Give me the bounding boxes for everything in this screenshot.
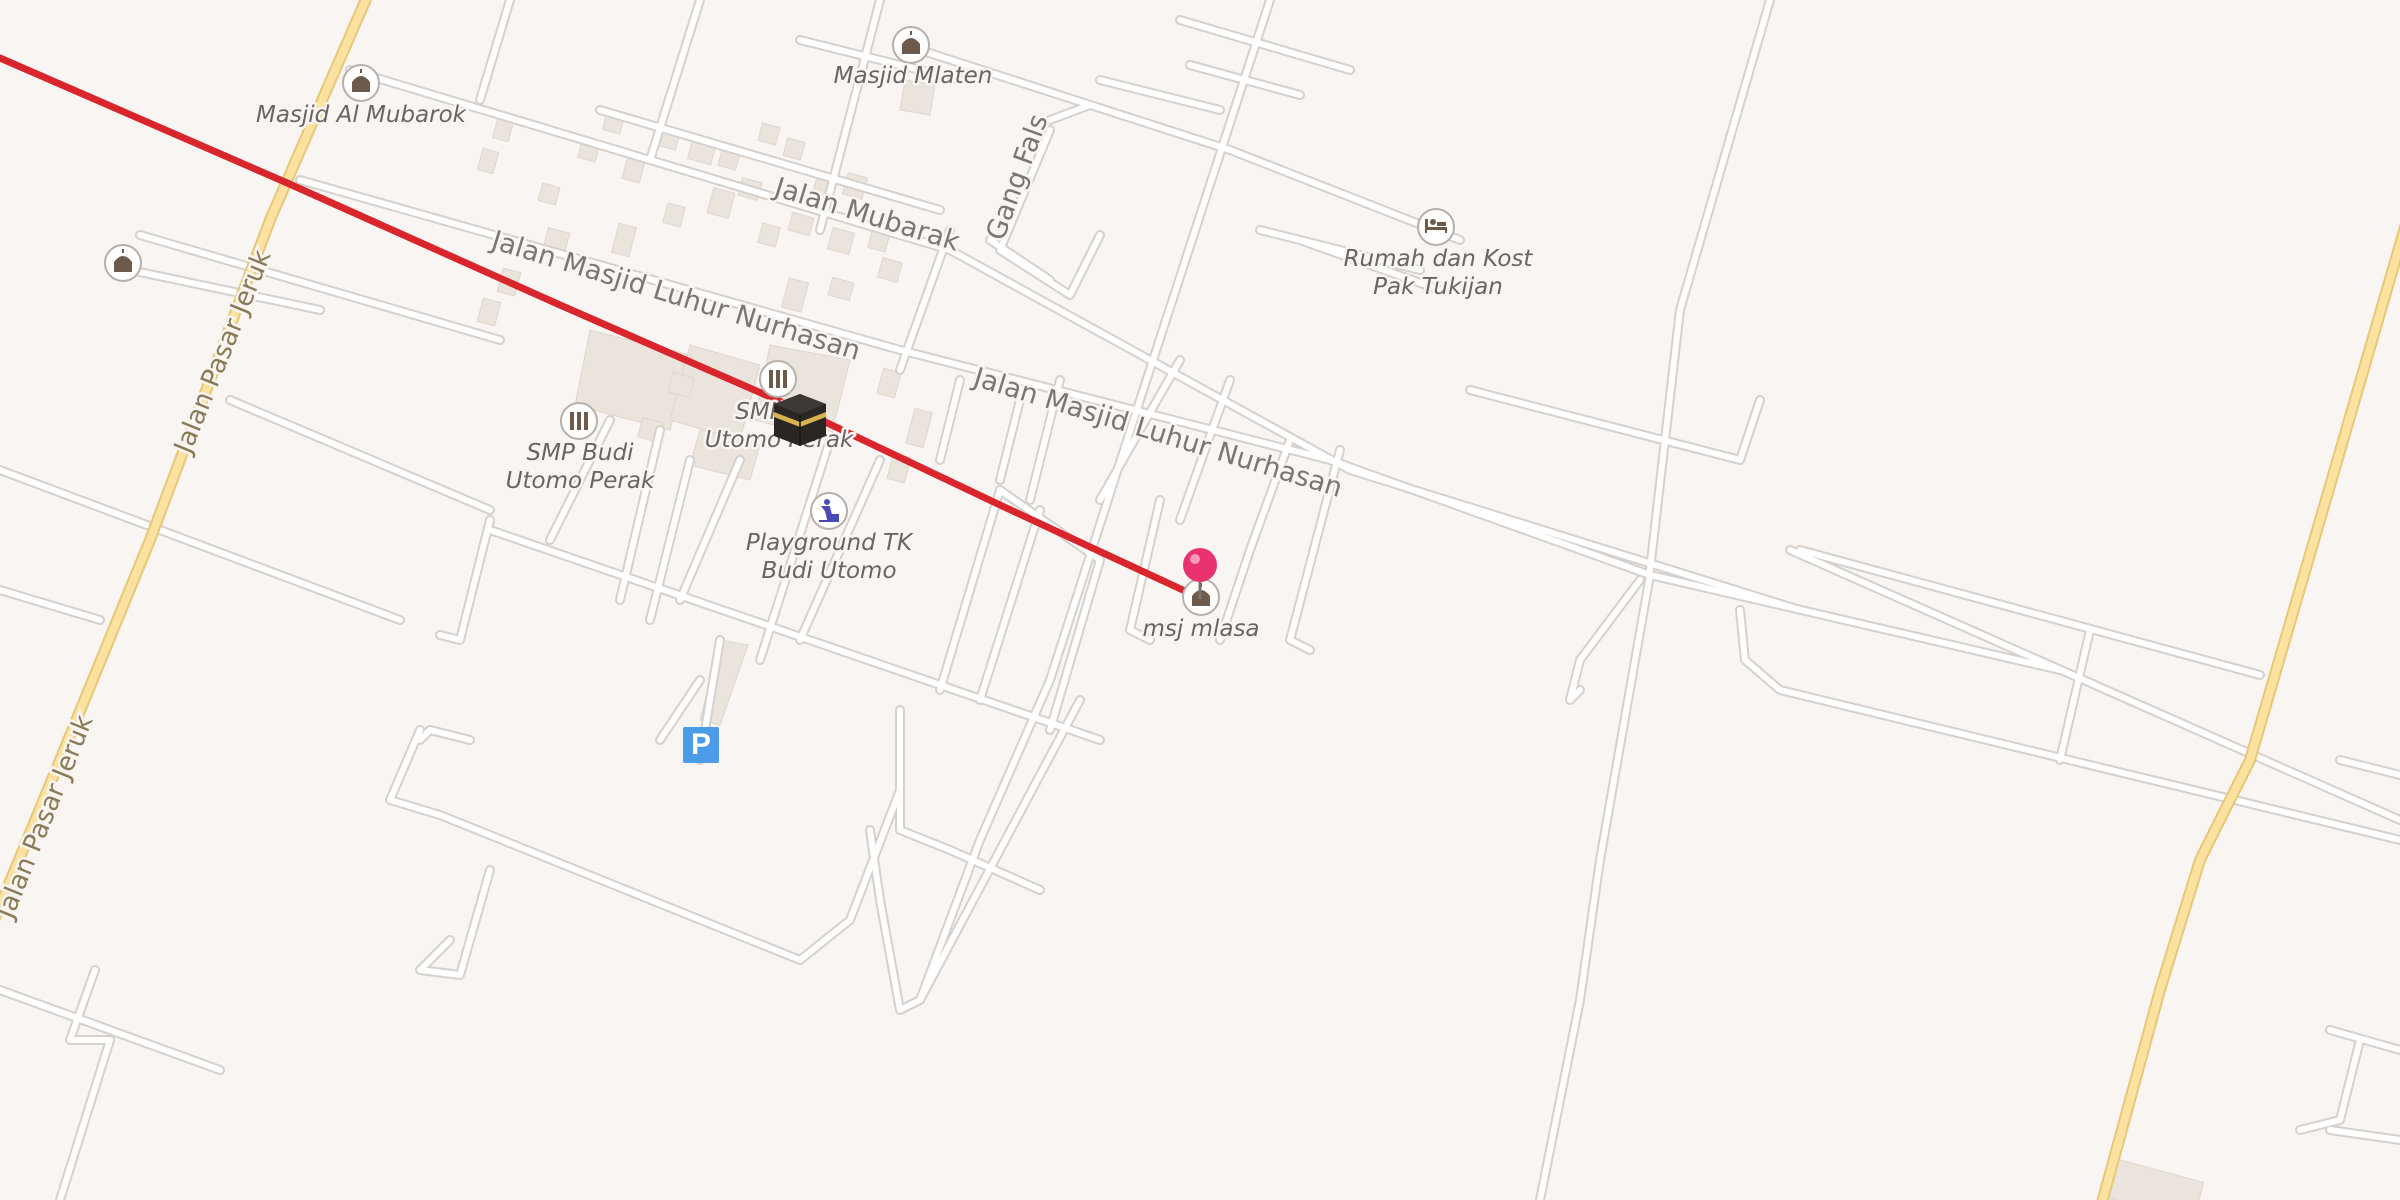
mosque-icon [342, 64, 380, 102]
poi-rumah-dan-kost[interactable]: Rumah dan Kost Pak Tukijan [1341, 208, 1536, 303]
poi-label: Masjid Mlaten [834, 63, 993, 89]
poi-label-line2: Pak Tukijan [1373, 274, 1503, 300]
school-icon [759, 360, 797, 398]
playground-icon [810, 492, 848, 530]
label-layer: Jalan Pasar Jeruk Jalan Pasar Jeruk Jala… [0, 26, 1536, 927]
poi-masjid-al-mubarok[interactable]: Masjid Al Mubarok [253, 64, 470, 131]
map-canvas[interactable]: Jalan Pasar Jeruk Jalan Pasar Jeruk Jala… [0, 0, 2400, 1200]
mosque-icon [104, 244, 142, 282]
poi-smp-budi-utomo-perak[interactable]: SMP Budi Utomo Perak [503, 402, 658, 497]
poi-label-line1: Playground TK [746, 530, 914, 556]
street-label-gang-fals: Gang Fals [980, 110, 1054, 244]
street-label-jalan-masjid-luhur-nurhasan-east: Jalan Masjid Luhur Nurhasan [968, 361, 1346, 503]
poi-mosque-west[interactable] [104, 244, 142, 282]
parking-icon[interactable]: P [683, 727, 719, 763]
street-label-jalan-mubarak: Jalan Mubarak [769, 171, 964, 257]
poi-label: Masjid Al Mubarok [256, 102, 468, 128]
bed-icon [1417, 208, 1455, 246]
poi-label-line1: Rumah dan Kost [1344, 246, 1534, 272]
poi-masjid-mlaten[interactable]: Masjid Mlaten [831, 26, 995, 92]
poi-playground-tk-budi-utomo[interactable]: Playground TK Budi Utomo [743, 492, 917, 587]
mosque-icon [892, 26, 930, 64]
street-label-jalan-pasar-jeruk-south: Jalan Pasar Jeruk [0, 711, 100, 925]
poi-label: msj mlasa [1142, 616, 1259, 642]
poi-label-line1: SMP Budi [527, 440, 635, 466]
street-label-jalan-masjid-luhur-nurhasan-west: Jalan Masjid Luhur Nurhasan [486, 224, 864, 366]
street-label-jalan-pasar-jeruk-north: Jalan Pasar Jeruk [168, 246, 278, 460]
poi-label-line2: Utomo Perak [506, 468, 656, 494]
poi-label-line2: Budi Utomo [761, 558, 896, 584]
school-icon [560, 402, 598, 440]
kaaba-icon[interactable] [774, 394, 826, 446]
